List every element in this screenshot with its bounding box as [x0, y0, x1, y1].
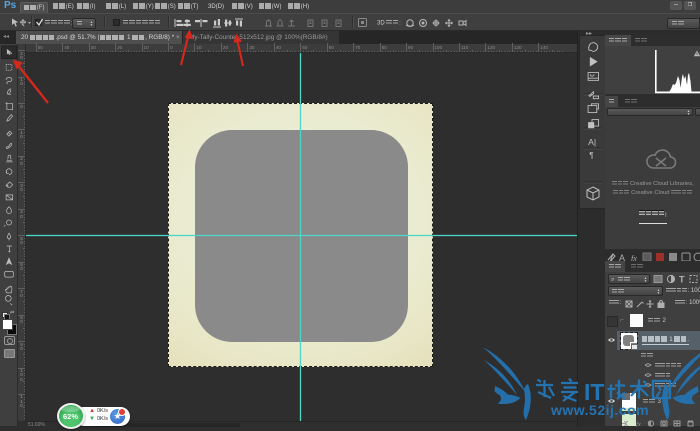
- svg-text:A|: A|: [588, 137, 596, 147]
- svg-text:¶: ¶: [589, 151, 593, 160]
- svg-text:T: T: [679, 275, 685, 285]
- svg-text:fx: fx: [636, 421, 641, 427]
